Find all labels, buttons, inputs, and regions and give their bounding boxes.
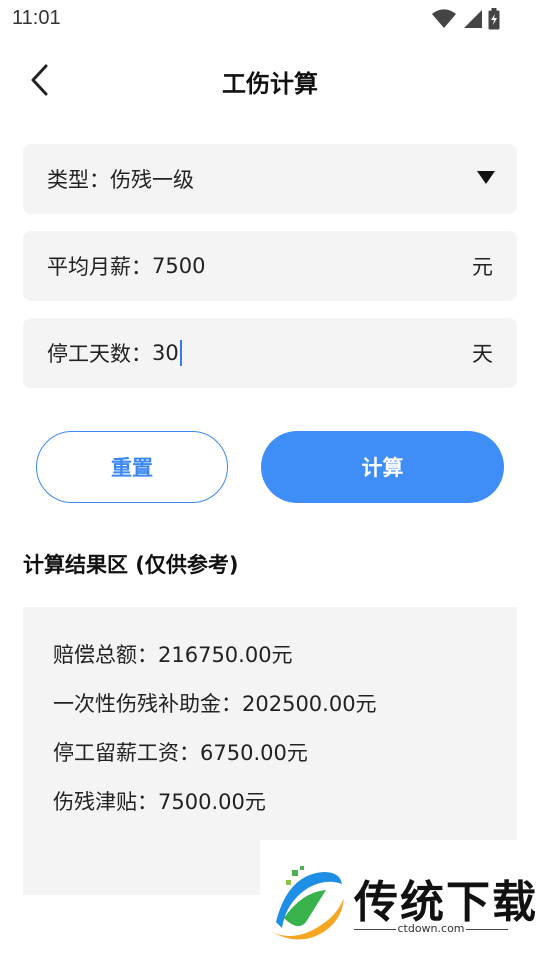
type-label: 类型： [47,168,110,192]
salary-unit: 元 [472,255,493,279]
result-suspension-wage: 停工留薪工资：6750.00元 [53,741,308,765]
result-title: 计算结果区 (仅供参考) [23,553,239,577]
type-select[interactable]: 类型： 伤残一级 [23,144,517,214]
page-title: 工伤计算 [222,70,318,98]
calculate-button[interactable]: 计算 [261,431,504,503]
app-header: 工伤计算 [0,50,540,110]
status-icons [432,8,500,34]
days-field[interactable]: 停工天数： 30 天 [23,318,517,388]
type-value: 伤残一级 [110,168,194,192]
salary-label: 平均月薪： [47,255,152,279]
result-total: 赔偿总额：216750.00元 [53,643,293,667]
battery-icon [488,8,500,34]
days-input[interactable]: 30 [152,341,179,365]
days-label: 停工天数： [47,342,152,366]
text-caret [179,340,182,366]
logo-icon [272,866,344,940]
reset-button[interactable]: 重置 [36,431,228,503]
salary-input[interactable]: 7500 [152,254,205,278]
watermark-text: 传统下载 [354,877,538,928]
wifi-icon [432,9,456,33]
result-disability-allowance: 伤残津贴：7500.00元 [53,790,266,814]
days-unit: 天 [472,342,493,366]
watermark: 传统下载 ctdown.com [260,840,540,960]
result-disability-subsidy: 一次性伤残补助金：202500.00元 [53,692,377,716]
status-bar: 11:01 [0,0,540,38]
signal-icon [462,9,482,33]
watermark-divider-right [466,929,508,930]
dropdown-arrow-icon [477,171,495,184]
salary-field[interactable]: 平均月薪： 7500 元 [23,231,517,301]
status-time: 11:01 [12,7,61,29]
